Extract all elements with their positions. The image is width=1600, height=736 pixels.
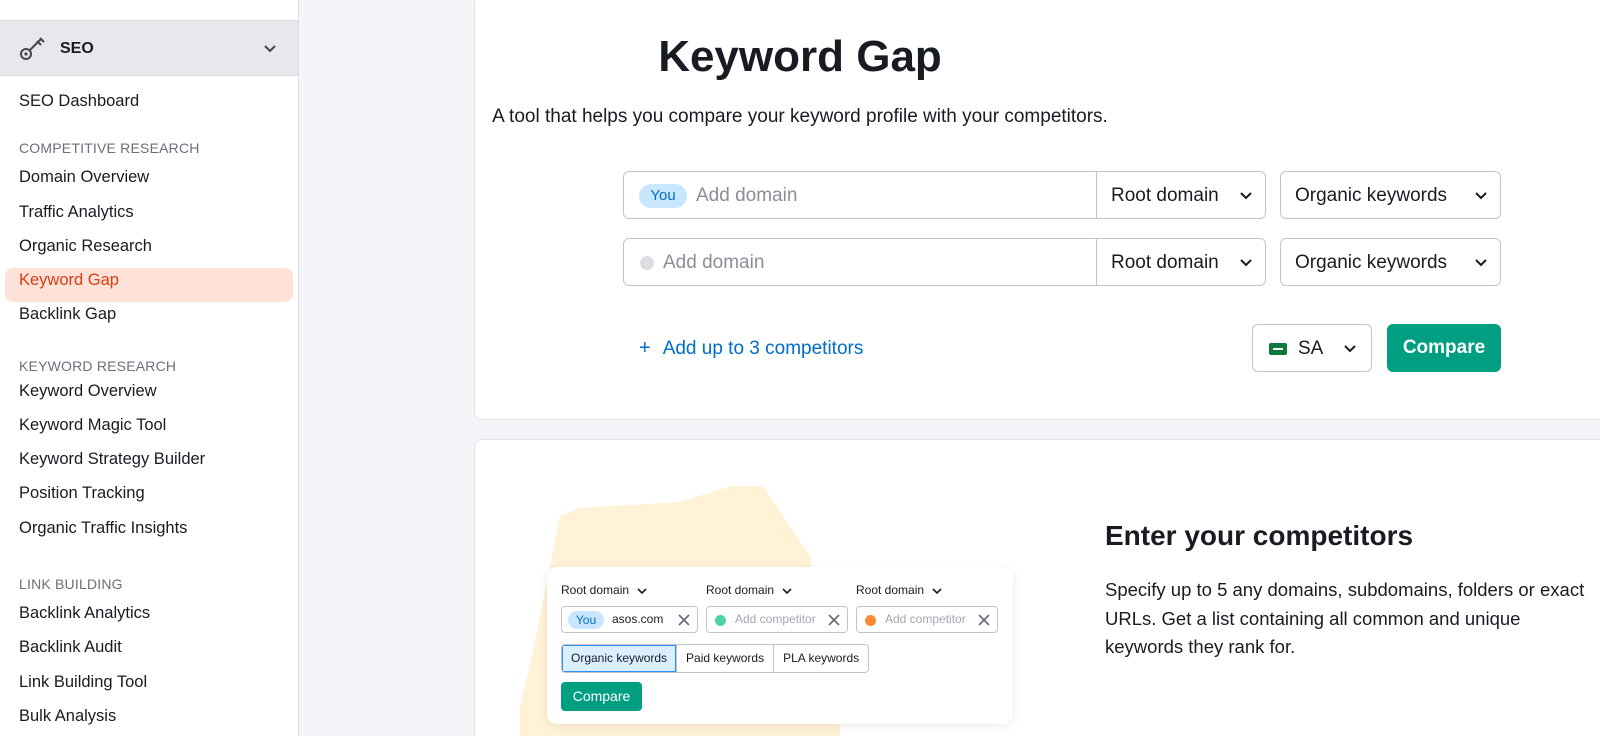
- sidebar-item-traffic-analytics[interactable]: Traffic Analytics: [19, 203, 134, 222]
- mock-domain-input-competitor: Add competitor: [706, 606, 848, 633]
- chevron-down-icon: [637, 588, 647, 594]
- mock-tab-organic: Organic keywords: [562, 645, 678, 672]
- page-title: Keyword Gap: [658, 32, 942, 81]
- database-label: SA: [1298, 338, 1324, 359]
- keyword-type-select[interactable]: Organic keywords: [1280, 238, 1501, 286]
- chevron-down-icon: [1240, 192, 1252, 200]
- sidebar-item-keyword-gap[interactable]: Keyword Gap: [19, 271, 119, 290]
- sidebar-item-domain-overview[interactable]: Domain Overview: [19, 168, 149, 187]
- sidebar-heading-competitive-research: COMPETITIVE RESEARCH: [19, 140, 200, 156]
- scope-select-label: Root domain: [1111, 185, 1219, 206]
- chevron-down-icon: [1475, 259, 1487, 267]
- domain-placeholder: Add domain: [696, 185, 798, 206]
- sidebar-item-keyword-magic-tool[interactable]: Keyword Magic Tool: [19, 416, 166, 435]
- mock-tab-pla: PLA keywords: [783, 651, 860, 665]
- domain-placeholder: Add domain: [663, 252, 765, 273]
- add-competitors-label: Add up to 3 competitors: [662, 338, 864, 359]
- competitor-dot-green: [715, 615, 726, 626]
- chevron-down-icon: [1240, 259, 1252, 267]
- mock-competitor-placeholder: Add competitor: [885, 612, 966, 626]
- database-select[interactable]: SA: [1252, 324, 1372, 372]
- promo-title: Enter your competitors: [1105, 520, 1414, 551]
- sidebar-item-organic-research[interactable]: Organic Research: [19, 237, 152, 256]
- mock-scope-label: Root domain: [561, 583, 647, 597]
- sidebar-item-bulk-analysis[interactable]: Bulk Analysis: [19, 707, 116, 726]
- competitor-dot: [640, 256, 654, 270]
- plus-icon: +: [639, 337, 651, 359]
- close-icon: [978, 614, 990, 626]
- add-competitors-link[interactable]: + Add up to 3 competitors: [639, 337, 863, 360]
- sidebar-item-link-building-tool[interactable]: Link Building Tool: [19, 673, 147, 692]
- you-badge: You: [639, 184, 687, 208]
- competitor-dot-orange: [865, 615, 876, 626]
- mock-scope-label: Root domain: [706, 583, 792, 597]
- promo-illustration: Root domain Root domain Root domain You …: [547, 567, 1013, 724]
- scope-select[interactable]: Root domain: [1096, 171, 1266, 219]
- mock-you-badge: You: [568, 611, 604, 629]
- mock-domain-input-you: You asos.com: [561, 606, 698, 633]
- domain-row-competitor: Add domain Root domain Organic keywords: [623, 238, 1501, 286]
- chevron-down-icon: [1344, 345, 1356, 353]
- chevron-down-icon: [1475, 192, 1487, 200]
- chevron-down-icon: [932, 588, 942, 594]
- flag-sa-icon: [1269, 343, 1287, 355]
- domain-input-you[interactable]: You Add domain: [623, 171, 1097, 219]
- chevron-down-icon: [782, 588, 792, 594]
- keyword-type-label: Organic keywords: [1295, 185, 1448, 206]
- scope-select-label: Root domain: [1111, 252, 1219, 273]
- page-subtitle: A tool that helps you compare your keywo…: [492, 106, 1108, 127]
- sidebar-item-position-tracking[interactable]: Position Tracking: [19, 484, 145, 503]
- domain-row-you: You Add domain Root domain Organic keywo…: [623, 171, 1501, 219]
- keyword-type-label: Organic keywords: [1295, 252, 1448, 273]
- mock-scope-label: Root domain: [856, 583, 942, 597]
- dashboard-icon: [20, 0, 42, 6]
- scope-select[interactable]: Root domain: [1096, 238, 1266, 286]
- sidebar-item-backlink-audit[interactable]: Backlink Audit: [19, 638, 122, 657]
- sidebar-item-backlink-gap[interactable]: Backlink Gap: [19, 305, 116, 324]
- mock-competitor-placeholder: Add competitor: [735, 612, 816, 626]
- keyword-type-select[interactable]: Organic keywords: [1280, 171, 1501, 219]
- sidebar-item-keyword-strategy-builder[interactable]: Keyword Strategy Builder: [19, 450, 205, 469]
- mock-compare-button: Compare: [561, 682, 642, 711]
- sidebar-item-backlink-analytics[interactable]: Backlink Analytics: [19, 604, 150, 623]
- domain-input-competitor[interactable]: Add domain: [623, 238, 1097, 286]
- mock-tab-paid: Paid keywords: [677, 645, 775, 672]
- close-icon: [828, 614, 840, 626]
- sidebar-item-keyword-overview[interactable]: Keyword Overview: [19, 382, 157, 401]
- close-icon: [678, 614, 690, 626]
- sidebar-heading-link-building: LINK BUILDING: [19, 576, 123, 592]
- mock-domain-value: asos.com: [612, 612, 664, 626]
- mock-domain-input-competitor: Add competitor: [856, 606, 998, 633]
- compare-button[interactable]: Compare: [1387, 324, 1501, 372]
- sidebar-item-organic-traffic-insights[interactable]: Organic Traffic Insights: [19, 519, 187, 538]
- sidebar-heading-keyword-research: KEYWORD RESEARCH: [19, 358, 177, 374]
- promo-description: Specify up to 5 any domains, subdomains,…: [1105, 579, 1585, 657]
- mock-keyword-tabs: Organic keywords Paid keywords PLA keywo…: [561, 644, 870, 673]
